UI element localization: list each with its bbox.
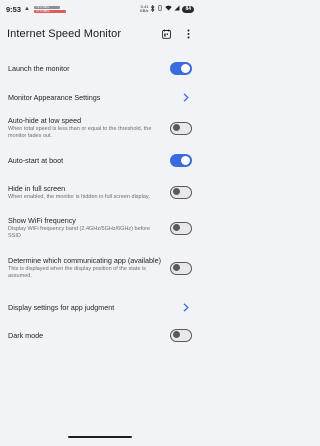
setting-text: Auto-hide at low speed When total speed … [8, 116, 170, 140]
setting-text: Launch the monitor [8, 64, 170, 73]
more-vert-icon[interactable] [183, 29, 193, 39]
toggle-knob [181, 155, 190, 165]
setting-title: Auto-start at boot [8, 155, 64, 165]
battery-indicator: 84 [182, 5, 194, 13]
setting-dark-mode[interactable]: Dark mode [8, 326, 192, 344]
toggle-knob [173, 188, 180, 196]
setting-subtitle: Display WiFi frequency band (2.4GHz/5GHz… [8, 226, 151, 239]
page-title: Internet Speed Monitor [7, 28, 122, 40]
setting-text: Dark mode [8, 331, 170, 340]
setting-title: Monitor Appearance Settings [8, 92, 101, 102]
status-time: 9:53 [6, 4, 22, 14]
setting-text: Determine which communicating app (avail… [8, 256, 170, 280]
alert-icon: ▲ [24, 6, 30, 12]
setting-hide-full-screen[interactable]: Hide in full screen When enabled, the mo… [8, 177, 192, 207]
setting-title: Launch the monitor [8, 63, 70, 73]
auto-start-toggle[interactable] [170, 153, 192, 167]
calendar-icon[interactable] [161, 29, 171, 39]
chevron-right-icon [180, 92, 192, 102]
setting-subtitle: This is displayed when the display posit… [8, 266, 146, 279]
toggle-knob [173, 331, 180, 339]
setting-auto-start[interactable]: Auto-start at boot [8, 151, 192, 169]
vibrate-icon [157, 5, 163, 13]
setting-title: Determine which communicating app (avail… [8, 256, 162, 265]
header-actions [161, 29, 193, 39]
setting-text: Show WiFi frequency Display WiFi frequen… [8, 216, 170, 240]
setting-subtitle: When total speed is less than or equal t… [8, 126, 152, 139]
status-bar: 9:53 ▲ 79.2 KB/s 27.5 MB/s 0.41 KB/s 84 [0, 0, 200, 18]
setting-communicating-app[interactable]: Determine which communicating app (avail… [8, 248, 192, 288]
setting-text: Display settings for app judgment [8, 303, 180, 312]
setting-auto-hide[interactable]: Auto-hide at low speed When total speed … [8, 113, 192, 143]
dark-mode-toggle[interactable] [170, 328, 192, 342]
setting-launch-monitor[interactable]: Launch the monitor [8, 59, 192, 77]
setting-text: Auto-start at boot [8, 156, 170, 165]
setting-title: Display settings for app judgment [8, 302, 115, 312]
signal-icon [174, 5, 180, 13]
setting-show-wifi-frequency[interactable]: Show WiFi frequency Display WiFi frequen… [8, 212, 192, 244]
setting-title: Dark mode [8, 330, 44, 340]
chevron-right-icon [180, 302, 192, 312]
net-rate-unit: KB/s [139, 8, 149, 13]
setting-title: Auto-hide at low speed [8, 116, 82, 125]
communicating-app-toggle[interactable] [170, 261, 192, 275]
speed-indicator: 79.2 KB/s 27.5 MB/s [33, 5, 66, 13]
toggle-knob [173, 264, 180, 272]
hide-full-screen-toggle[interactable] [170, 185, 192, 199]
setting-title: Hide in full screen [8, 183, 66, 193]
setting-monitor-appearance[interactable]: Monitor Appearance Settings [8, 88, 192, 106]
app-header: Internet Speed Monitor [0, 18, 200, 50]
setting-title: Show WiFi frequency [8, 216, 76, 225]
setting-subtitle: When enabled, the monitor is hidden in f… [8, 193, 150, 200]
home-indicator[interactable] [68, 435, 132, 438]
bluetooth-icon [150, 4, 155, 14]
status-icons: 0.41 KB/s 84 [140, 4, 194, 14]
setting-text: Hide in full screen When enabled, the mo… [8, 184, 170, 201]
net-rate: 0.41 KB/s [140, 5, 148, 13]
toggle-knob [173, 224, 180, 232]
setting-text: Monitor Appearance Settings [8, 93, 180, 102]
wifi-icon [165, 5, 173, 13]
wifi-frequency-toggle[interactable] [170, 221, 192, 235]
launch-monitor-toggle[interactable] [170, 61, 192, 75]
toggle-knob [181, 63, 190, 73]
setting-app-judgment-display[interactable]: Display settings for app judgment [8, 298, 192, 316]
download-speed: 27.5 MB/s [33, 9, 66, 13]
auto-hide-toggle[interactable] [170, 121, 192, 135]
toggle-knob [173, 124, 180, 132]
